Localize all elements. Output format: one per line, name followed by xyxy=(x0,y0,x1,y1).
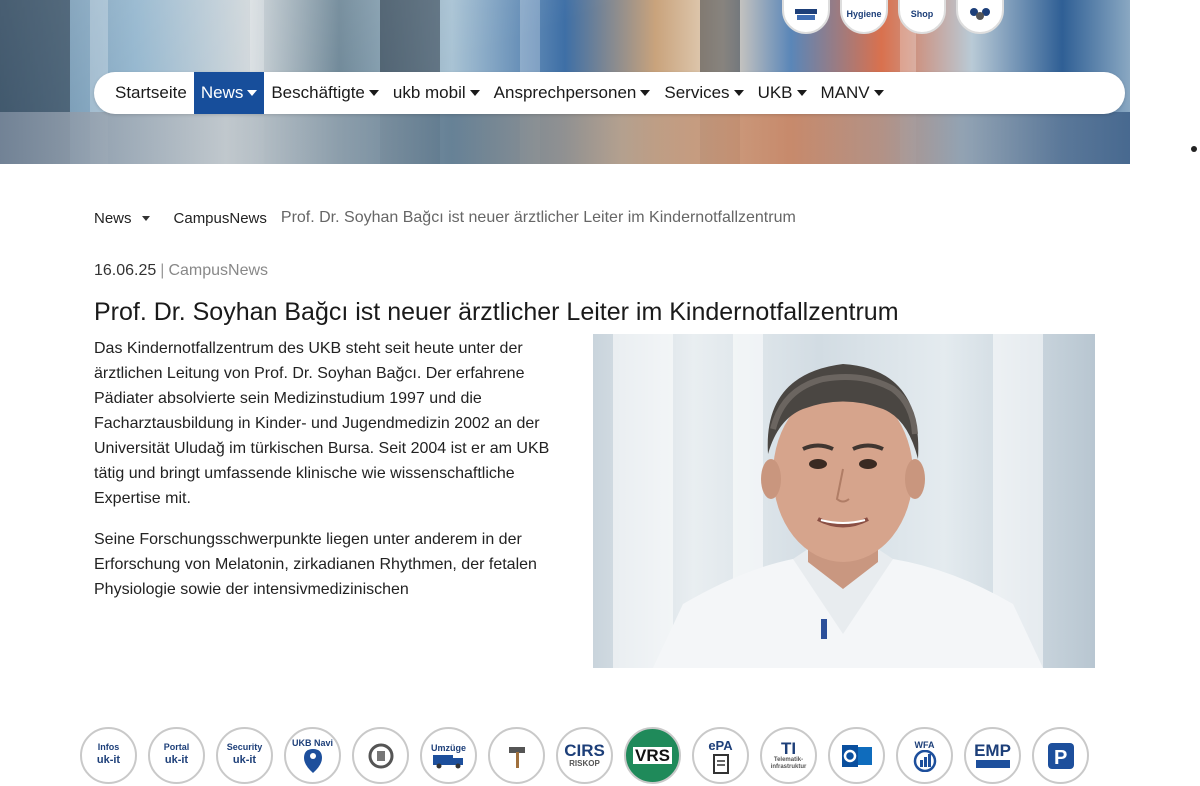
breadcrumb: News CampusNews Prof. Dr. Soyhan Bağcı i… xyxy=(94,209,796,227)
breadcrumb-campusnews[interactable]: CampusNews xyxy=(174,210,267,227)
tool-top-label: CIRS xyxy=(564,741,605,760)
caret-down-icon xyxy=(796,90,807,96)
breadcrumb-current: Prof. Dr. Soyhan Bağcı ist neuer ärztlic… xyxy=(280,209,796,226)
nav-ukb-mobil[interactable]: ukb mobil xyxy=(386,72,487,114)
caret-down-icon xyxy=(733,90,744,96)
bullet-dot xyxy=(1191,146,1197,152)
epa-document-icon[interactable]: ePA xyxy=(692,727,749,784)
tool-top-label: Security xyxy=(226,742,263,752)
security-ukit-icon[interactable]: Security uk-it xyxy=(216,727,273,784)
nav-startseite[interactable]: Startseite xyxy=(108,72,194,114)
article-body: Das Kindernotfallzentrum des UKB steht s… xyxy=(94,336,569,618)
tool-top-label: VRS xyxy=(633,746,672,765)
people-group-icon[interactable] xyxy=(956,0,1004,34)
portal-ukit-icon[interactable]: Portal uk-it xyxy=(148,727,205,784)
article-category[interactable]: CampusNews xyxy=(168,262,268,279)
tool-top-label: UKB Navi xyxy=(291,737,333,748)
cirs-riskop-icon[interactable]: CIRS RISKOP xyxy=(556,727,613,784)
caret-down-icon xyxy=(873,90,884,96)
hygiene-book-icon[interactable]: Hygiene xyxy=(840,0,888,34)
navigation-person-icon[interactable]: UKB Navi xyxy=(284,727,341,784)
tool-main-label: uk-it xyxy=(96,754,121,766)
infos-ukit-icon[interactable]: Infos uk-it xyxy=(80,727,137,784)
tool-main-label: RISKOP xyxy=(569,759,600,768)
nav-news[interactable]: News xyxy=(193,72,265,114)
caret-down-icon[interactable] xyxy=(141,215,150,221)
nav-label: MANV xyxy=(820,83,870,102)
breadcrumb-news[interactable]: News xyxy=(94,210,132,227)
svg-text:P: P xyxy=(1054,747,1067,769)
nav-ukb[interactable]: UKB xyxy=(751,72,814,114)
main-navbar: Startseite News Beschäftigte ukb mobil A… xyxy=(94,72,1125,114)
nav-label: Startseite xyxy=(115,83,187,102)
nav-label: News xyxy=(200,83,244,102)
article-meta: 16.06.25 | CampusNews xyxy=(94,262,268,280)
tool-top-label: EMP xyxy=(974,741,1011,760)
nav-label: Ansprechpersonen xyxy=(493,83,637,102)
tool-top-label: Infos xyxy=(97,742,120,752)
article-date: 16.06.25 xyxy=(94,262,157,279)
nav-ansprechpersonen[interactable]: Ansprechpersonen xyxy=(487,72,658,114)
telematik-icon[interactable]: TI Telematik-infrastruktur xyxy=(760,727,817,784)
books-icon[interactable] xyxy=(782,0,830,34)
nav-beschaeftigte[interactable]: Beschäftigte xyxy=(264,72,386,114)
article-paragraph: Seine Forschungsschwerpunkte liegen unte… xyxy=(94,531,537,598)
repair-hammer-icon[interactable] xyxy=(488,727,545,784)
moving-truck-icon[interactable]: Umzüge xyxy=(420,727,477,784)
tool-main-label: Telematik-infrastruktur xyxy=(770,757,807,770)
portrait-photo xyxy=(593,334,1095,668)
nav-manv[interactable]: MANV xyxy=(814,72,891,114)
nav-label: Services xyxy=(664,83,730,102)
emp-icon[interactable]: EMP xyxy=(964,727,1021,784)
tool-links-row: Infos uk-it Portal uk-it Security uk-it UKB… xyxy=(80,727,1089,784)
tool-main-label: uk-it xyxy=(232,754,257,766)
caret-down-icon xyxy=(640,90,651,96)
outlook-mail-icon[interactable] xyxy=(828,727,885,784)
caret-down-icon xyxy=(368,90,379,96)
vrs-icon[interactable]: VRS xyxy=(624,727,681,784)
article-paragraph: Das Kindernotfallzentrum des UKB steht s… xyxy=(94,340,550,507)
nav-label: UKB xyxy=(757,83,793,102)
nav-services[interactable]: Services xyxy=(657,72,750,114)
quick-links-top: Hygiene Shop xyxy=(782,0,1004,34)
tool-top-label: ePA xyxy=(708,738,733,753)
tool-main-label: uk-it xyxy=(164,754,189,766)
tool-top-label: TI xyxy=(780,739,797,758)
parking-icon[interactable]: P xyxy=(1032,727,1089,784)
caret-down-icon xyxy=(247,90,258,96)
caret-down-icon xyxy=(469,90,480,96)
tool-top-label: Portal xyxy=(163,742,190,752)
nav-label: Beschäftigte xyxy=(271,83,365,102)
wfa-chart-icon[interactable]: WFA xyxy=(896,727,953,784)
shop-cart-icon[interactable]: Shop xyxy=(898,0,946,34)
nav-label: ukb mobil xyxy=(392,83,466,102)
tool-top-label: WFA xyxy=(914,739,935,750)
tool-top-label: Umzüge xyxy=(430,742,466,753)
article-title: Prof. Dr. Soyhan Bağcı ist neuer ärztlic… xyxy=(94,298,899,326)
recycling-bin-icon[interactable] xyxy=(352,727,409,784)
meta-separator: | xyxy=(160,262,165,279)
